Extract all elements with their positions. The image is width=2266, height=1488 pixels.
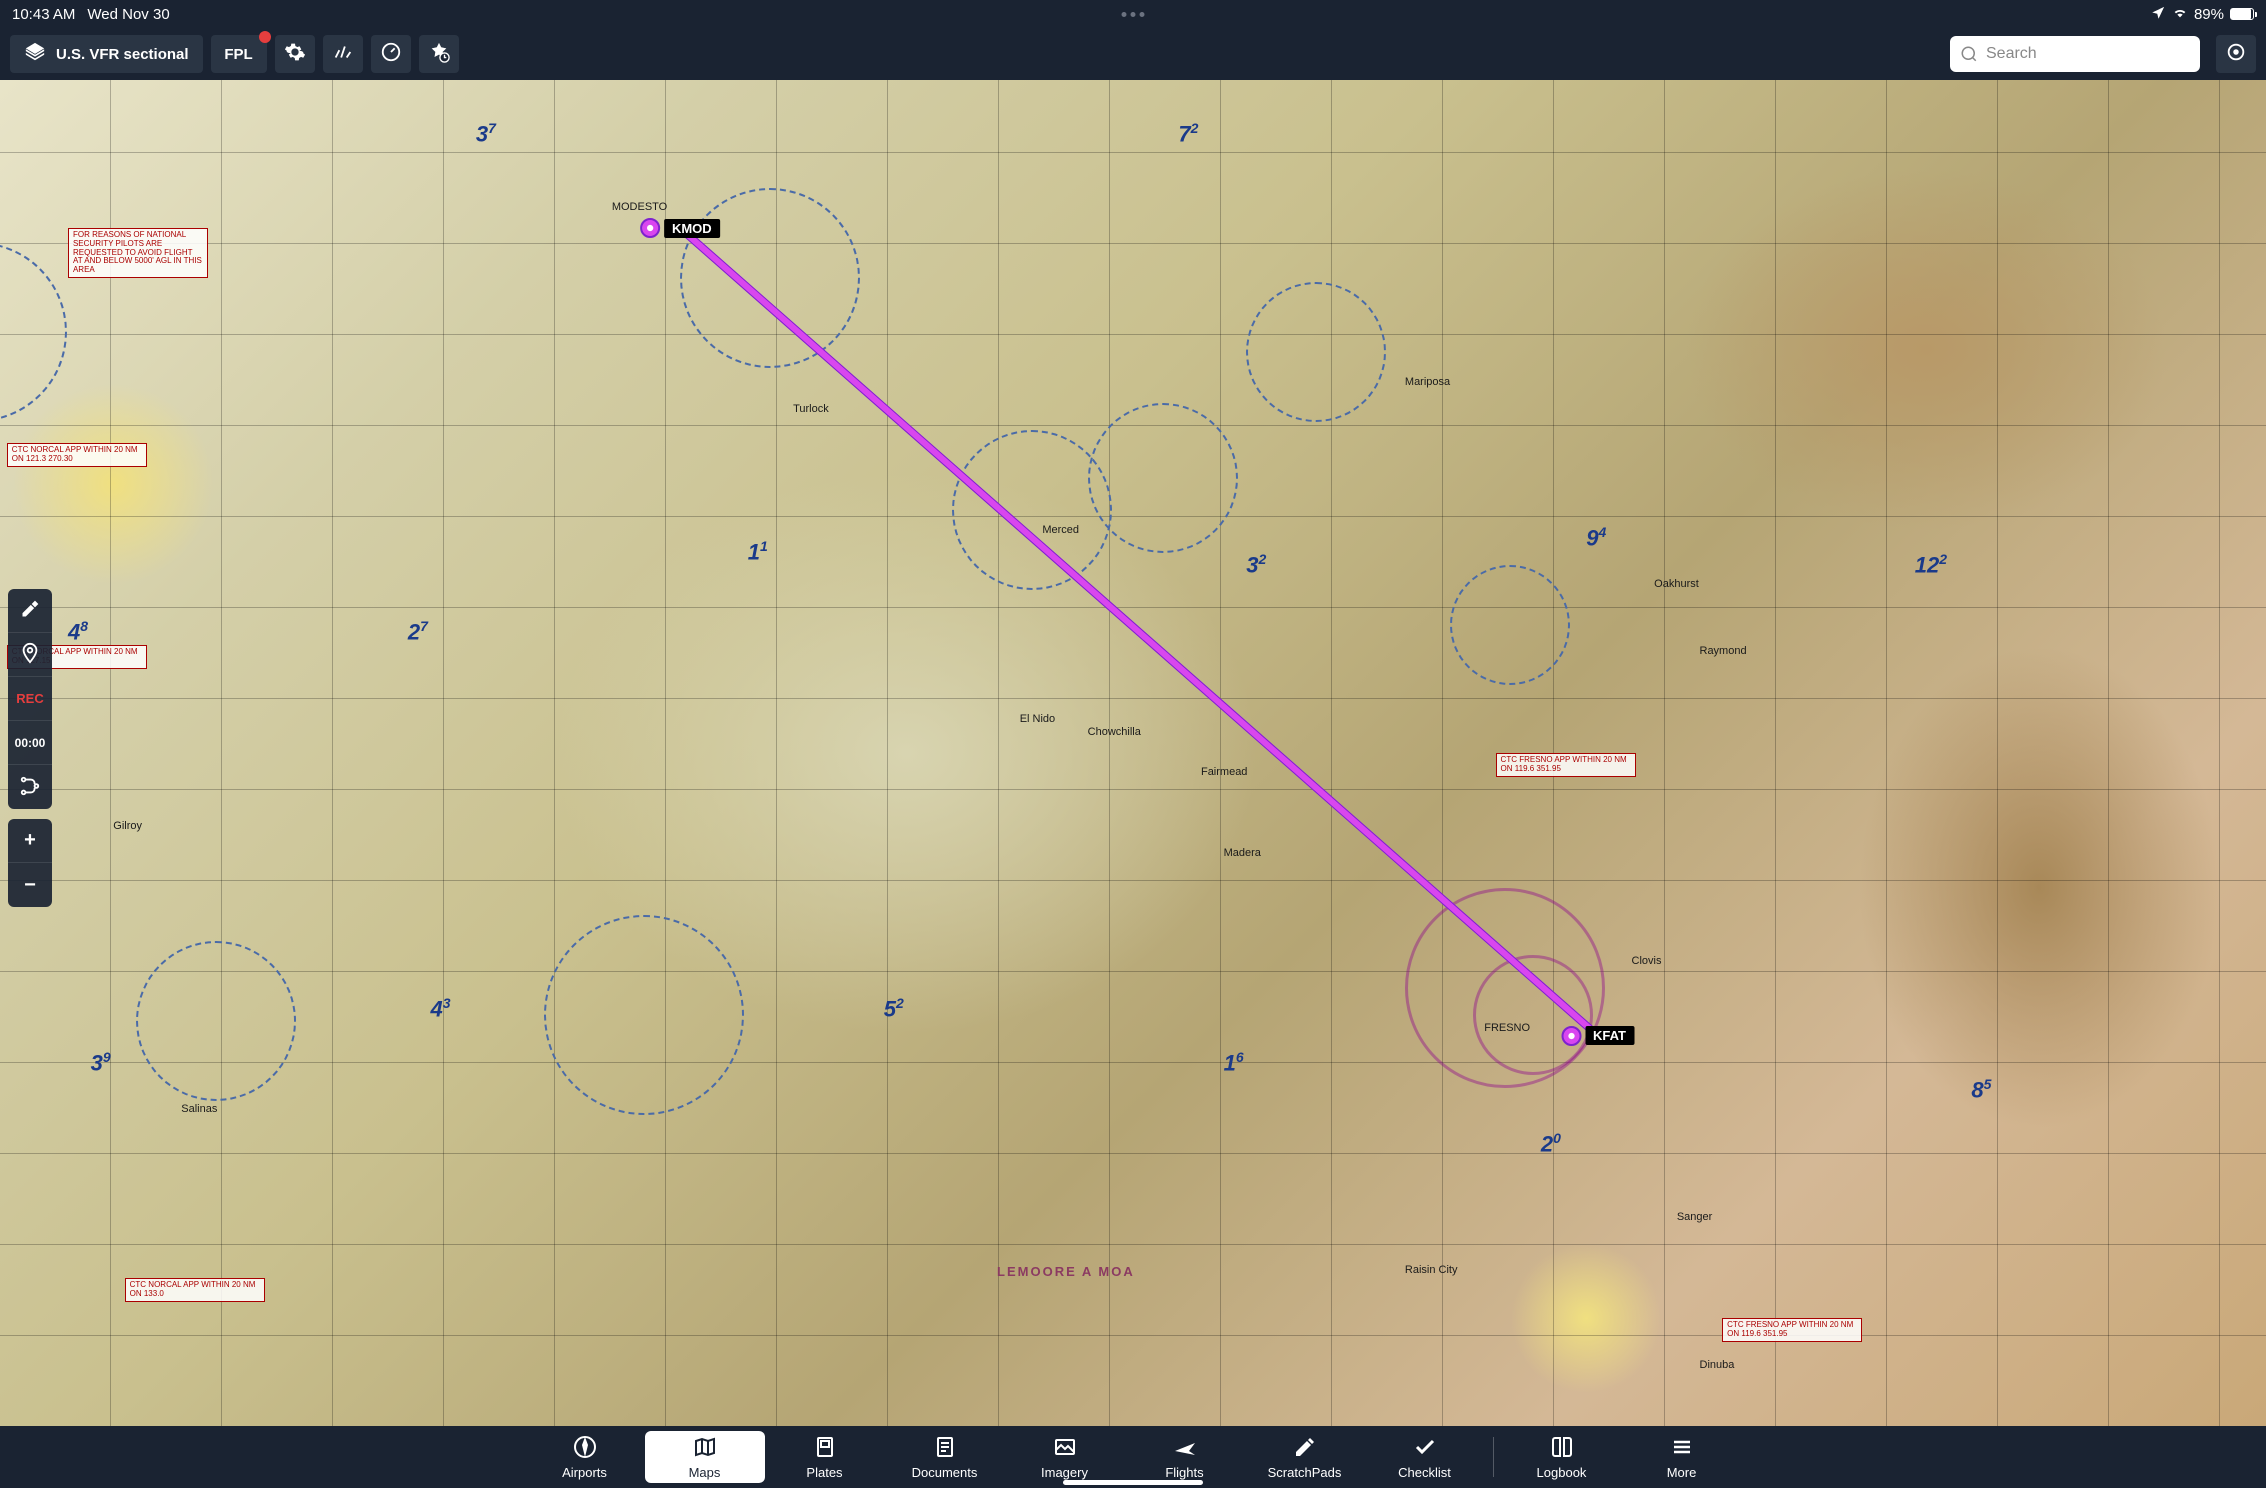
location-icon — [2151, 5, 2166, 24]
map-side-tools: REC 00:00 + − — [8, 589, 52, 917]
check-icon — [1413, 1435, 1437, 1462]
multitask-dots[interactable] — [1122, 12, 1145, 17]
wifi-icon — [2172, 4, 2188, 24]
zoom-out-button[interactable]: − — [8, 863, 52, 907]
crosshair-icon — [2225, 41, 2247, 67]
tab-scratchpads[interactable]: ScratchPads — [1245, 1431, 1365, 1483]
tab-label: Imagery — [1041, 1465, 1088, 1480]
status-bar: 10:43 AM Wed Nov 30 89% — [0, 0, 2266, 28]
waypoint-destination[interactable]: KFAT — [1561, 1026, 1634, 1046]
imagery-icon — [1053, 1435, 1077, 1462]
status-time: 10:43 AM — [12, 6, 75, 23]
grid-mef-number: 48 — [68, 618, 88, 645]
tab-label: Logbook — [1537, 1465, 1587, 1480]
tab-plates[interactable]: Plates — [765, 1431, 885, 1483]
layers-icon — [24, 41, 46, 67]
waypoint-origin[interactable]: KMOD — [640, 218, 720, 238]
tab-label: Plates — [806, 1465, 842, 1480]
tab-airports[interactable]: Airports — [525, 1431, 645, 1483]
tab-label: Checklist — [1398, 1465, 1451, 1480]
tab-logbook[interactable]: Logbook — [1502, 1431, 1622, 1483]
layers-button[interactable]: U.S. VFR sectional — [10, 35, 203, 73]
tab-more[interactable]: More — [1622, 1431, 1742, 1483]
grid-mef-number: 37 — [476, 120, 496, 147]
instruments-button[interactable] — [371, 35, 411, 73]
compass-icon — [573, 1435, 597, 1462]
grid-mef-number: 85 — [1971, 1076, 1991, 1103]
grid-mef-number: 32 — [1246, 551, 1266, 578]
grid-mef-number: 43 — [431, 995, 451, 1022]
airspace-warning-box: CTC FRESNO APP WITHIN 20 NM ON 119.6 351… — [1496, 753, 1636, 777]
book-icon — [1550, 1435, 1574, 1462]
battery-icon — [2230, 8, 2254, 20]
grid-mef-number: 122 — [1915, 551, 1947, 578]
tab-label: ScratchPads — [1268, 1465, 1342, 1480]
waypoint-marker-icon — [640, 218, 660, 238]
route-icon — [19, 775, 41, 800]
grid-mef-number: 11 — [748, 538, 768, 565]
airspace-warning-box: CTC NORCAL APP WITHIN 20 NM ON 121.3 270… — [7, 443, 147, 467]
grid-mef-number: 27 — [408, 618, 428, 645]
profile-icon — [332, 41, 354, 67]
record-timer: 00:00 — [8, 721, 52, 765]
flight-plan-button[interactable]: FPL — [211, 35, 267, 73]
tab-label: Flights — [1165, 1465, 1203, 1480]
status-date: Wed Nov 30 — [87, 6, 169, 23]
grid-mef-number: 52 — [884, 995, 904, 1022]
battery-percent: 89% — [2194, 6, 2224, 23]
plus-icon: + — [24, 829, 36, 852]
grid-mef-number: 72 — [1178, 120, 1198, 147]
gear-icon — [284, 41, 306, 67]
tab-flights[interactable]: Flights — [1125, 1431, 1245, 1483]
airspace-warning-box: FOR REASONS OF NATIONAL SECURITY PILOTS … — [68, 228, 208, 278]
sectional-map[interactable]: LEMOORE A MOA KMOD KFAT REC — [0, 80, 2266, 1426]
plate-icon — [813, 1435, 837, 1462]
tab-imagery[interactable]: Imagery — [1005, 1431, 1125, 1483]
map-icon — [693, 1435, 717, 1462]
tab-label: Airports — [562, 1465, 607, 1480]
pencil-ruler-icon — [20, 599, 40, 622]
grid-mef-number: 39 — [91, 1049, 111, 1076]
gauge-icon — [380, 41, 402, 67]
waypoint-marker-icon — [1561, 1026, 1581, 1046]
tab-documents[interactable]: Documents — [885, 1431, 1005, 1483]
alert-badge-icon — [259, 31, 271, 43]
pin-icon — [19, 642, 41, 667]
lat-lon-grid — [0, 80, 2266, 1426]
tab-maps[interactable]: Maps — [645, 1431, 765, 1483]
document-icon — [933, 1435, 957, 1462]
airspace-warning-box: CTC NORCAL APP WITHIN 20 NM ON 133.0 — [125, 1278, 265, 1302]
zoom-in-button[interactable]: + — [8, 819, 52, 863]
bottom-tab-bar: Airports Maps Plates Documents Imagery Flight… — [0, 1426, 2266, 1488]
menu-icon — [1670, 1435, 1694, 1462]
grid-mef-number: 16 — [1224, 1049, 1244, 1076]
grid-mef-number: 20 — [1541, 1130, 1561, 1157]
home-indicator[interactable] — [1063, 1480, 1203, 1485]
minus-icon: − — [24, 874, 36, 897]
center-location-button[interactable] — [2216, 35, 2256, 73]
record-button[interactable]: REC — [8, 677, 52, 721]
star-clock-icon — [428, 41, 450, 67]
marker-button[interactable] — [8, 633, 52, 677]
top-toolbar: U.S. VFR sectional FPL — [0, 28, 2266, 80]
plane-icon — [1173, 1435, 1197, 1462]
search-input[interactable] — [1950, 36, 2200, 72]
annotate-button[interactable] — [8, 589, 52, 633]
timers-button[interactable] — [419, 35, 459, 73]
tab-label: More — [1667, 1465, 1697, 1480]
track-button[interactable] — [8, 765, 52, 809]
settings-button[interactable] — [275, 35, 315, 73]
tab-label: Maps — [689, 1465, 721, 1480]
tab-divider — [1493, 1437, 1494, 1477]
tab-checklist[interactable]: Checklist — [1365, 1431, 1485, 1483]
tab-label: Documents — [912, 1465, 978, 1480]
pencil-icon — [1293, 1435, 1317, 1462]
moa-label: LEMOORE A MOA — [997, 1264, 1135, 1279]
grid-mef-number: 94 — [1586, 524, 1606, 551]
profile-view-button[interactable] — [323, 35, 363, 73]
airspace-warning-box: CTC FRESNO APP WITHIN 20 NM ON 119.6 351… — [1722, 1318, 1862, 1342]
